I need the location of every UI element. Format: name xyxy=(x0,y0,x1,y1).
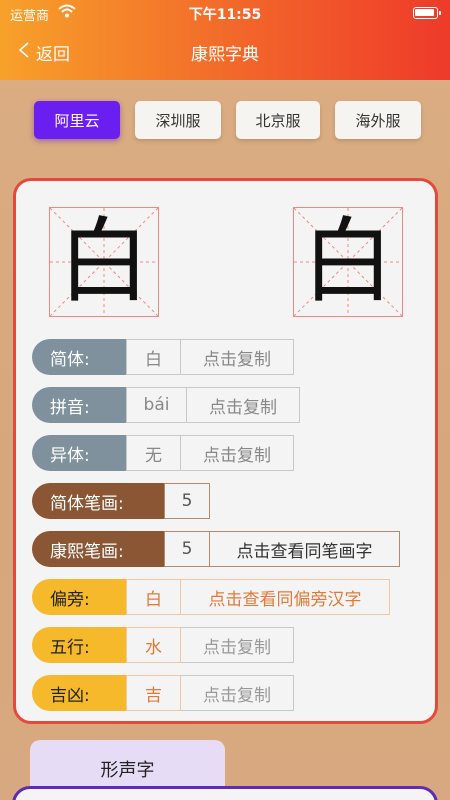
row-label: 简体笔画: xyxy=(32,483,164,519)
tab-overseas[interactable]: 海外服 xyxy=(335,101,421,139)
nav-bar: 返回 康熙字典 xyxy=(0,30,450,74)
traditional-glyph: 白 xyxy=(301,208,394,315)
row-value: 5 xyxy=(164,483,210,519)
server-tabs: 阿里云 深圳服 北京服 海外服 xyxy=(34,101,421,139)
simplified-glyph: 白 xyxy=(57,208,150,315)
row-wuxing: 五行: 水 点击复制 xyxy=(32,627,294,663)
xingsheng-card xyxy=(12,786,438,800)
simplified-glyph-box: 白 xyxy=(49,207,159,317)
row-label: 异体: xyxy=(32,435,126,471)
same-radical-button[interactable]: 点击查看同偏旁汉字 xyxy=(181,579,390,615)
battery-icon xyxy=(413,7,441,19)
row-label: 拼音: xyxy=(32,387,126,423)
row-label: 五行: xyxy=(32,627,126,663)
row-value: bái xyxy=(126,387,187,423)
traditional-glyph-box: 白 xyxy=(293,207,403,317)
copy-button[interactable]: 点击复制 xyxy=(181,435,294,471)
row-value: 白 xyxy=(126,579,181,615)
status-bar: 运营商 下午11:55 xyxy=(0,0,450,26)
row-value: 水 xyxy=(126,627,181,663)
row-label: 简体: xyxy=(32,339,126,375)
copy-button[interactable]: 点击复制 xyxy=(181,339,294,375)
page-title: 康熙字典 xyxy=(191,45,259,65)
tab-shenzhen[interactable]: 深圳服 xyxy=(135,101,221,139)
same-strokes-button[interactable]: 点击查看同笔画字 xyxy=(210,531,400,567)
clock: 下午11:55 xyxy=(188,7,262,23)
row-value: 无 xyxy=(126,435,181,471)
header: 运营商 下午11:55 返回 康熙字典 xyxy=(0,0,450,80)
copy-button[interactable]: 点击复制 xyxy=(187,387,300,423)
copy-button[interactable]: 点击复制 xyxy=(181,627,294,663)
character-card: 白 白 简体: 白 点击复制 拼音: bái 点击复制 异体: 无 点击复制 简… xyxy=(13,178,438,724)
row-pinyin: 拼音: bái 点击复制 xyxy=(32,387,300,423)
row-simplified: 简体: 白 点击复制 xyxy=(32,339,294,375)
row-jixiong: 吉凶: 吉 点击复制 xyxy=(32,675,294,711)
row-radical: 偏旁: 白 点击查看同偏旁汉字 xyxy=(32,579,390,615)
row-value: 吉 xyxy=(126,675,181,711)
row-label: 偏旁: xyxy=(32,579,126,615)
row-label: 康熙笔画: xyxy=(32,531,164,567)
row-variant: 异体: 无 点击复制 xyxy=(32,435,294,471)
row-simplified-strokes: 简体笔画: 5 xyxy=(32,483,210,519)
row-value: 5 xyxy=(164,531,210,567)
tab-beijing[interactable]: 北京服 xyxy=(236,101,320,139)
copy-button[interactable]: 点击复制 xyxy=(181,675,294,711)
row-kangxi-strokes: 康熙笔画: 5 点击查看同笔画字 xyxy=(32,531,400,567)
row-value: 白 xyxy=(126,339,181,375)
row-label: 吉凶: xyxy=(32,675,126,711)
tab-aliyun[interactable]: 阿里云 xyxy=(34,101,120,139)
